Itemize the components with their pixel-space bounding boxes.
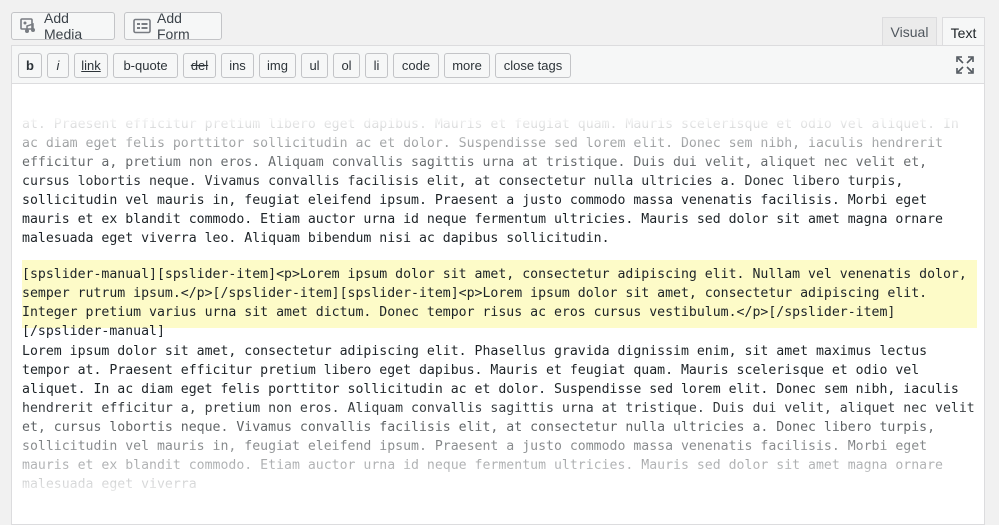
quicktag-close-tags-button[interactable]: close tags bbox=[495, 53, 571, 78]
quicktag-label: i bbox=[56, 58, 60, 73]
tab-visual[interactable]: Visual bbox=[882, 17, 937, 46]
quicktag-ol-button[interactable]: ol bbox=[333, 53, 360, 78]
media-icon bbox=[20, 18, 38, 34]
content-paragraph: at. Praesent efficitur pretium libero eg… bbox=[22, 117, 959, 246]
content-paragraph: Lorem ipsum dolor sit amet, consectetur … bbox=[22, 344, 975, 492]
quicktag-more-button[interactable]: more bbox=[444, 53, 490, 78]
tab-text-label: Text bbox=[950, 24, 977, 41]
quicktag-ul-button[interactable]: ul bbox=[301, 53, 328, 78]
add-form-label: Add Form bbox=[157, 10, 190, 42]
quicktag-b-quote-button[interactable]: b-quote bbox=[113, 53, 178, 78]
form-icon bbox=[133, 18, 151, 34]
quicktag-italic-button[interactable]: i bbox=[47, 53, 69, 78]
add-media-button[interactable]: Add Media bbox=[11, 10, 115, 42]
fullscreen-icon[interactable] bbox=[956, 56, 974, 79]
quicktag-label: b-quote bbox=[123, 58, 168, 73]
quicktag-link-button[interactable]: link bbox=[74, 53, 108, 78]
quicktag-bold-button[interactable]: b bbox=[18, 53, 42, 78]
quicktag-del-button[interactable]: del bbox=[183, 53, 216, 78]
shortcode-block: [spslider-manual][spslider-item]<p>Lorem… bbox=[22, 267, 967, 339]
quicktag-label: more bbox=[452, 58, 482, 73]
add-form-button[interactable]: Add Form bbox=[124, 10, 222, 42]
quicktag-label: link bbox=[81, 58, 101, 73]
quicktag-label: ins bbox=[229, 58, 246, 73]
quicktag-label: li bbox=[373, 58, 380, 73]
quicktag-label: img bbox=[267, 58, 288, 73]
quicktag-li-button[interactable]: li bbox=[365, 53, 388, 78]
quicktag-label: ul bbox=[309, 58, 320, 73]
editor-textarea[interactable]: at. Praesent efficitur pretium libero eg… bbox=[22, 86, 977, 522]
quicktag-code-button[interactable]: code bbox=[393, 53, 439, 78]
quicktag-label: del bbox=[190, 58, 209, 73]
quicktags-toolbar: b i link b-quote del ins img ul ol li co… bbox=[12, 46, 984, 84]
quicktag-ins-button[interactable]: ins bbox=[221, 53, 254, 78]
add-media-label: Add Media bbox=[44, 10, 83, 42]
quicktag-label: b bbox=[26, 58, 34, 73]
quicktag-label: close tags bbox=[503, 58, 563, 73]
quicktag-img-button[interactable]: img bbox=[259, 53, 296, 78]
tab-text[interactable]: Text bbox=[942, 17, 985, 47]
tab-visual-label: Visual bbox=[890, 24, 929, 40]
text-editor: b i link b-quote del ins img ul ol li co… bbox=[11, 45, 985, 525]
quicktag-label: ol bbox=[341, 58, 352, 73]
quicktag-label: code bbox=[401, 58, 431, 73]
